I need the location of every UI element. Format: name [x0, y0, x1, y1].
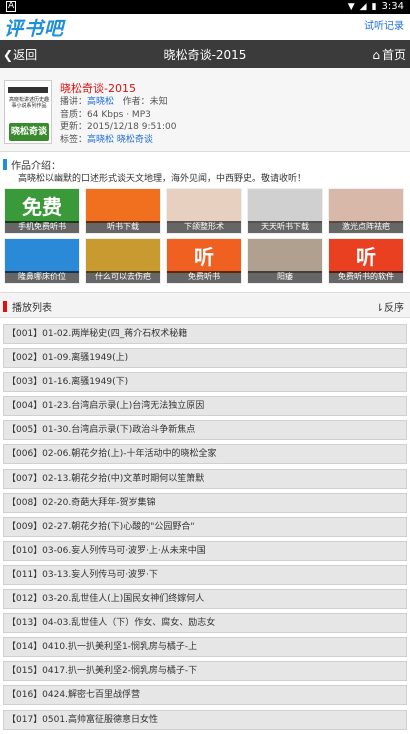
- ad-big-text: 听: [356, 245, 376, 269]
- ad-image: [86, 239, 160, 273]
- ad-tile[interactable]: 什么可以去伤疤: [85, 238, 161, 284]
- tags-row: 标签：高晓松 晓松奇谈: [60, 134, 153, 145]
- ad-label: 听书下载: [86, 221, 160, 233]
- top-nav-bar: ❮ 返回 晓松奇谈-2015 ⌂ 首页: [0, 40, 410, 68]
- quality-row: 音质：64 Kbps · MP3: [60, 109, 151, 120]
- cover-band: [8, 87, 48, 93]
- playlist-item[interactable]: 【007】02-13.朝花夕拾(中)文革时期何以笙箫默: [3, 468, 407, 489]
- playlist-item[interactable]: 【003】01-16.离骚1949(下): [3, 372, 407, 393]
- history-link[interactable]: 试听记录: [364, 17, 404, 32]
- ad-grid: 免费手机免费听书 听书下载 下颌整形术 天天听书下载 激光点阵祛疤隆鼻哪床价位 什么可以去…: [4, 188, 408, 286]
- ad-tile[interactable]: 听免费听书: [166, 238, 242, 284]
- section-marker: [3, 159, 7, 170]
- playlist-item[interactable]: 【005】01-30.台湾启示录(下)政治斗争新焦点: [3, 420, 407, 441]
- ad-label: 手机免费听书: [5, 221, 79, 233]
- ad-image: [167, 189, 241, 223]
- updated-value: 2015/12/18 9:51:00: [87, 122, 177, 132]
- ad-image: [86, 189, 160, 223]
- updated-row: 更新：2015/12/18 9:51:00: [60, 122, 177, 132]
- ad-label: 什么可以去伤疤: [86, 271, 160, 283]
- ad-tile[interactable]: 隆鼻哪床价位: [4, 238, 80, 284]
- sort-reverse-button[interactable]: ⇂反序: [376, 299, 404, 314]
- intro-heading: 作品介绍：: [3, 157, 61, 172]
- ad-big-text: 听: [194, 245, 214, 269]
- ad-image: [5, 239, 79, 273]
- section-marker: [3, 301, 7, 312]
- ad-image: [329, 189, 403, 223]
- album-cover[interactable]: 高晓松讲述历史趣事小说系列作品 晓松奇谈: [4, 80, 52, 144]
- ad-image: [248, 239, 322, 273]
- signal-icon: ◢: [359, 1, 367, 12]
- intro-text: 高晓松以幽默的口述形式谈天文地理，海外见闻，中西野史。敬请收听！: [18, 174, 307, 184]
- album-info: 高晓松讲述历史趣事小说系列作品 晓松奇谈 晓松奇谈-2015 播讲：高晓松 作者…: [0, 68, 410, 152]
- ad-tile[interactable]: 阳痿: [247, 238, 323, 284]
- ad-tile[interactable]: 激光点阵祛疤: [328, 188, 404, 234]
- author-value: 未知: [149, 97, 168, 107]
- playlist: 【001】01-02.两岸秘史(四_蒋介石权术秘籍 【002】01-09.离骚19…: [3, 324, 407, 734]
- playlist-item[interactable]: 【010】03-06.妄人列传马可·波罗·上·从未来中国: [3, 540, 407, 561]
- playlist-item[interactable]: 【017】0501.高帅富征服德意日女性: [3, 709, 407, 730]
- ad-label: 阳痿: [248, 271, 322, 283]
- home-button[interactable]: ⌂ 首页: [372, 46, 406, 63]
- playlist-item[interactable]: 【004】01-23.台湾启示录(上)台湾无法独立原因: [3, 396, 407, 417]
- wifi-icon: ▼: [347, 1, 355, 12]
- ad-big-text: 免费: [22, 195, 62, 219]
- ad-label: 下颌整形术: [167, 221, 241, 233]
- ad-label: 免费听书: [167, 271, 241, 283]
- notification-icon: A: [6, 1, 17, 12]
- ad-image: [248, 189, 322, 223]
- playlist-item[interactable]: 【015】0417.扒一扒美利坚2-悯乳房与橘子-下: [3, 661, 407, 682]
- ad-tile[interactable]: 天天听书下载: [247, 188, 323, 234]
- status-time: 3:34: [381, 1, 404, 12]
- playlist-item[interactable]: 【008】02-20.奇葩大拜年-贺岁集锦: [3, 492, 407, 513]
- ad-label: 隆鼻哪床价位: [5, 271, 79, 283]
- app-logo: 评书吧: [4, 18, 65, 40]
- status-bar: A ▼ ◢ ▮ 3:34: [0, 0, 410, 14]
- ad-label: 免费听书的软件: [329, 271, 403, 283]
- ad-tile[interactable]: 免费 手机免费听书: [4, 188, 80, 234]
- cover-tag: 晓松奇谈: [9, 123, 49, 141]
- home-icon: ⌂: [372, 47, 380, 62]
- ad-label: 天天听书下载: [248, 221, 322, 233]
- playlist-item[interactable]: 【013】04-03.乱世佳人（下）作女、腐女、励志女: [3, 613, 407, 634]
- ad-tile[interactable]: 听免费听书的软件: [328, 238, 404, 284]
- narrator-row: 播讲：高晓松 作者：未知: [60, 97, 168, 107]
- playlist-item[interactable]: 【014】0410.扒一扒美利坚1-悯乳房与橘子-上: [3, 637, 407, 658]
- page-title: 晓松奇谈-2015: [163, 48, 247, 62]
- brand-bar: 评书吧 试听记录: [0, 14, 410, 40]
- playlist-header: 播放列表 ⇂反序: [0, 292, 410, 318]
- battery-icon: ▮: [371, 1, 377, 12]
- playlist-title: 播放列表: [12, 303, 52, 314]
- playlist-item[interactable]: 【006】02-06.朝花夕拾(上)-十年活动中的晓松全家: [3, 444, 407, 465]
- tags-link[interactable]: 高晓松 晓松奇谈: [87, 135, 153, 145]
- playlist-item[interactable]: 【011】03-13.妄人列传马可·波罗·下: [3, 564, 407, 585]
- playlist-item[interactable]: 【012】03-20.乱世佳人(上)国民女神们终嫁何人: [3, 589, 407, 610]
- playlist-item[interactable]: 【002】01-09.离骚1949(上): [3, 348, 407, 369]
- narrator-link[interactable]: 高晓松: [87, 97, 114, 107]
- album-name: 晓松奇谈-2015: [60, 82, 136, 95]
- ad-tile[interactable]: 下颌整形术: [166, 188, 242, 234]
- playlist-item[interactable]: 【001】01-02.两岸秘史(四_蒋介石权术秘籍: [3, 324, 407, 344]
- ad-label: 激光点阵祛疤: [329, 221, 403, 233]
- playlist-item[interactable]: 【016】0424.解密七百里战俘营: [3, 685, 407, 706]
- playlist-item[interactable]: 【009】02-27.朝花夕拾(下)心酸的"公园野合": [3, 516, 407, 537]
- quality-value: 64 Kbps · MP3: [87, 109, 151, 120]
- album-meta: 晓松奇谈-2015 播讲：高晓松 作者：未知 音质：64 Kbps · MP3 …: [60, 82, 176, 146]
- ad-tile[interactable]: 听书下载: [85, 188, 161, 234]
- home-label: 首页: [381, 48, 406, 62]
- cover-text: 高晓松讲述历史趣事小说系列作品: [8, 97, 49, 109]
